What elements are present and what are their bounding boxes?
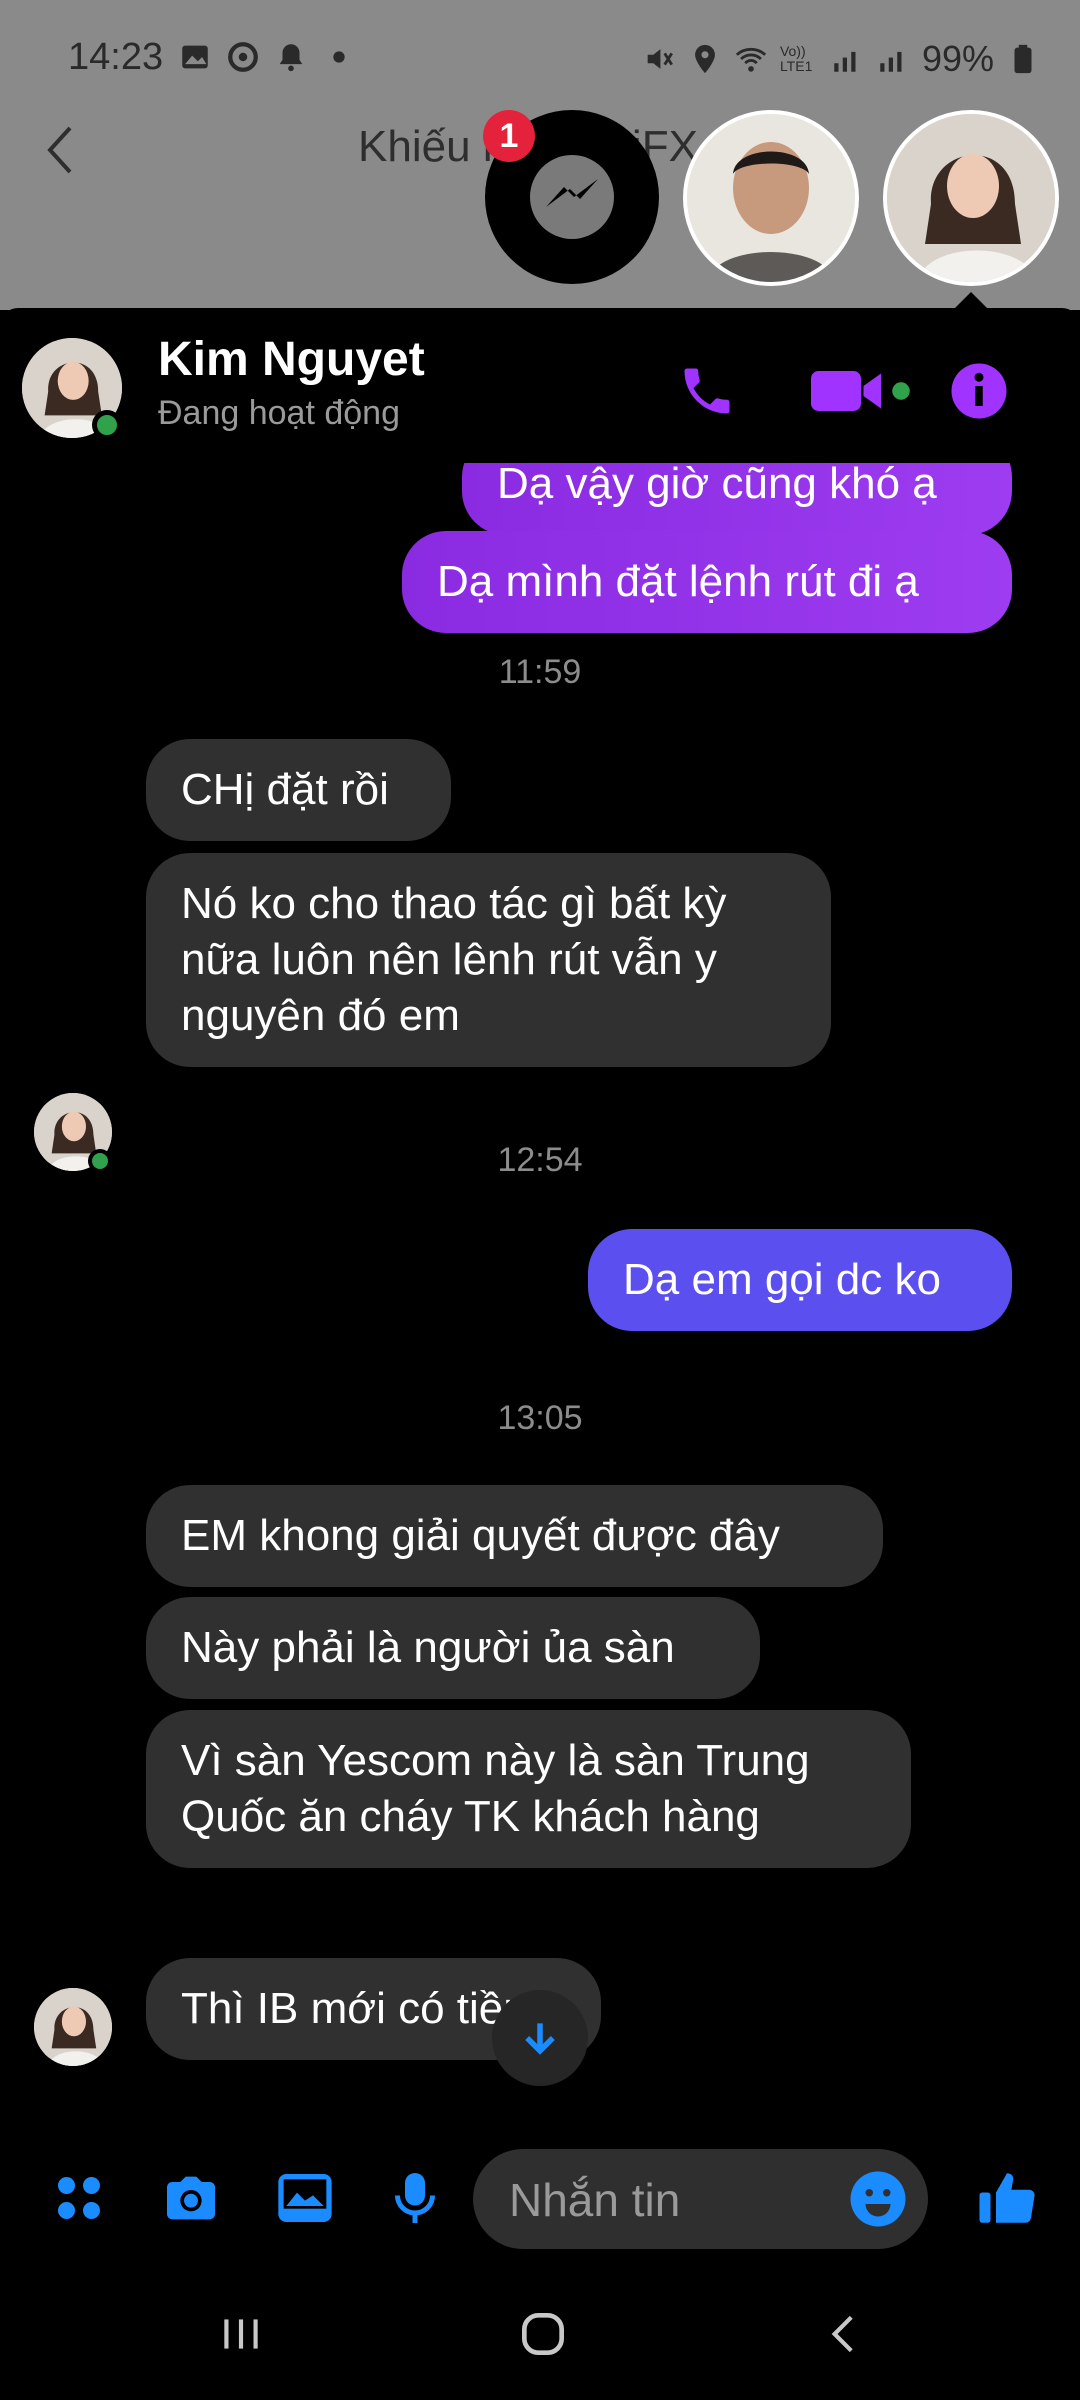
- messenger-notification-icon: [228, 42, 258, 72]
- incoming-message[interactable]: Vì sàn Yescom này là sàn Trung Quốc ăn c…: [146, 1710, 911, 1868]
- outgoing-message[interactable]: Dạ mình đặt lệnh rút đi ạ: [402, 531, 1012, 633]
- battery-icon: [1014, 44, 1032, 74]
- scroll-down-icon: [525, 2023, 555, 2055]
- recent-apps-icon: [224, 2319, 258, 2349]
- camera-icon: [167, 2176, 215, 2220]
- menu-grid-icon: [58, 2177, 100, 2219]
- info-icon: [951, 363, 1007, 419]
- outgoing-message[interactable]: Dạ vậy giờ cũng khó ạ: [462, 463, 1012, 535]
- signal-2-icon: [880, 51, 902, 72]
- volte-label: Vo)) LTE1: [779, 43, 813, 74]
- chat-head-pointer: [955, 292, 987, 308]
- unread-badge: 1: [483, 110, 535, 162]
- status-bar: 14:23 Vo)) LTE1 99%: [0, 0, 1080, 120]
- timestamp: 12:54: [497, 1141, 583, 1179]
- battery-percent: 99%: [921, 38, 994, 79]
- gallery-button[interactable]: [270, 2163, 340, 2233]
- wifi-icon: [735, 47, 767, 72]
- message-avatar[interactable]: [34, 1988, 112, 2066]
- more-actions-button[interactable]: [44, 2163, 114, 2233]
- microphone-icon: [395, 2173, 435, 2223]
- incoming-message[interactable]: Nó ko cho thao tác gì bất kỳ nữa luôn nê…: [146, 853, 831, 1067]
- voice-message-button[interactable]: [380, 2163, 450, 2233]
- outgoing-message[interactable]: Dạ em gọi dc ko: [588, 1229, 1012, 1331]
- mute-icon: [647, 49, 673, 69]
- chat-header: Kim Nguyet Đang hoạt động: [0, 308, 1080, 458]
- timestamp: 11:59: [498, 653, 582, 691]
- back-arrow-icon[interactable]: [40, 120, 80, 180]
- signal-icon: [834, 51, 856, 72]
- video-icon: [811, 371, 910, 411]
- messenger-icon: [530, 155, 614, 239]
- home-button[interactable]: [508, 2299, 578, 2369]
- message-list[interactable]: Dạ vậy giờ cũng khó ạ Dạ mình đặt lệnh r…: [0, 463, 1080, 2123]
- online-indicator: [92, 410, 122, 440]
- scroll-to-bottom-button[interactable]: [492, 1990, 588, 2086]
- message-avatar-image-icon: [34, 1988, 112, 2066]
- chat-head-woman-avatar[interactable]: [883, 110, 1059, 286]
- bell-icon: [279, 44, 303, 72]
- contact-name[interactable]: Kim Nguyet: [158, 332, 425, 387]
- man-avatar-icon: [687, 114, 855, 282]
- chat-panel: Kim Nguyet Đang hoạt động Dạ vậy giờ cũn…: [0, 308, 1080, 2263]
- woman-avatar-icon: [887, 114, 1055, 282]
- message-input[interactable]: [507, 2149, 811, 2251]
- info-button[interactable]: [944, 356, 1014, 426]
- incoming-message[interactable]: CHị đặt rồi: [146, 739, 451, 841]
- emoji-icon[interactable]: [848, 2169, 908, 2229]
- gallery-icon: [278, 2174, 332, 2222]
- timestamp: 13:05: [497, 1399, 583, 1437]
- contact-status: Đang hoạt động: [158, 394, 400, 432]
- incoming-message[interactable]: EM khong giải quyết được đây: [146, 1485, 883, 1587]
- system-navigation-bar: [0, 2263, 1080, 2400]
- back-icon: [831, 2315, 853, 2353]
- phone-icon: [684, 368, 730, 414]
- status-time: 14:23: [68, 36, 164, 78]
- location-icon: [695, 44, 715, 74]
- call-button[interactable]: [672, 356, 742, 426]
- gallery-notification-icon: [182, 45, 208, 69]
- chat-head-man-avatar[interactable]: [683, 110, 859, 286]
- camera-button[interactable]: [156, 2163, 226, 2233]
- thumbs-up-icon: [979, 2173, 1035, 2223]
- message-input-field[interactable]: [473, 2149, 928, 2251]
- like-button[interactable]: [972, 2163, 1042, 2233]
- incoming-message[interactable]: Này phải là người ủa sàn: [146, 1597, 760, 1699]
- video-call-button[interactable]: [806, 356, 916, 426]
- recent-apps-button[interactable]: [206, 2299, 276, 2369]
- system-back-button[interactable]: [810, 2299, 880, 2369]
- composer-bar: [0, 2133, 1080, 2263]
- home-icon: [522, 2313, 564, 2355]
- dot-icon: [333, 51, 345, 63]
